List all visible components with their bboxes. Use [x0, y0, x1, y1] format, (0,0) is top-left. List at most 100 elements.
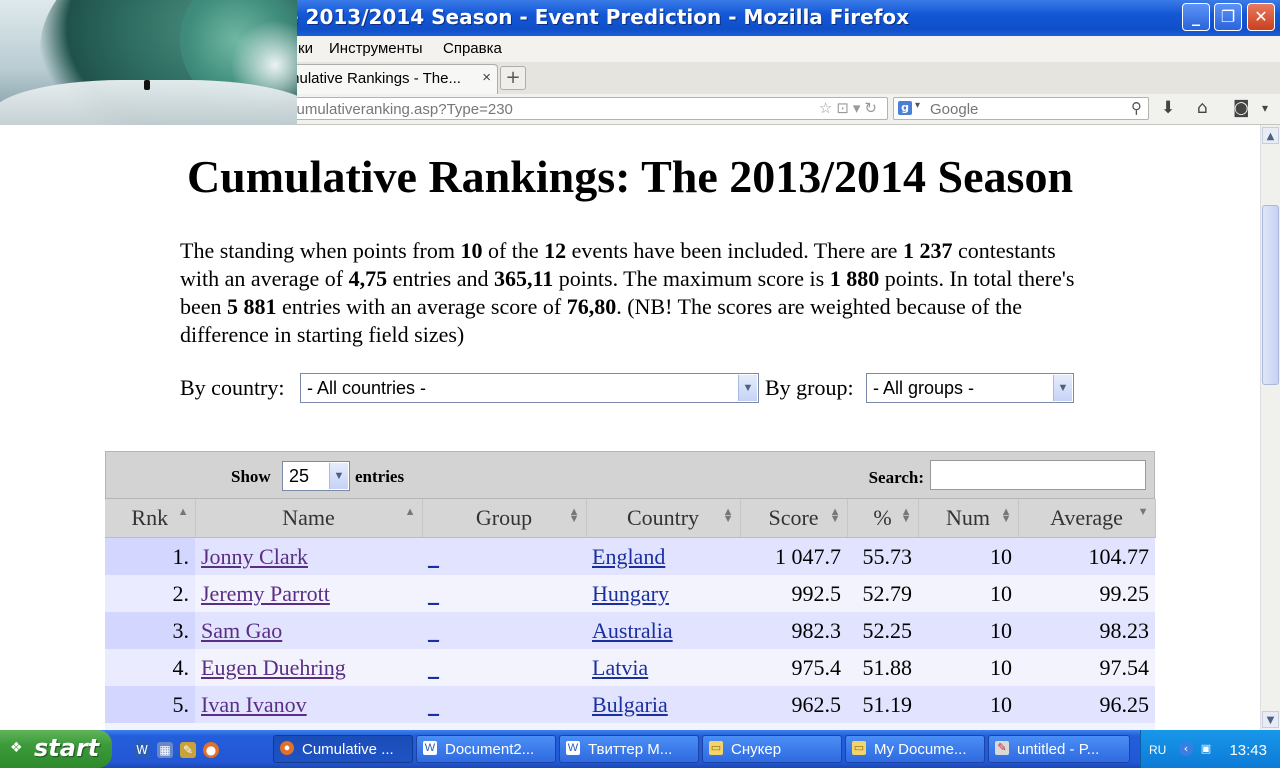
player-link[interactable]: Jeremy Parrott: [201, 581, 330, 606]
download-icon[interactable]: ⬇: [1161, 98, 1175, 118]
name-cell: Sam Gao: [195, 612, 422, 649]
score-cell: 962.5: [740, 686, 847, 723]
column-header-average[interactable]: Average ▼: [1018, 499, 1156, 538]
column-header-percent[interactable]: % ▲ ▼: [847, 499, 919, 538]
scroll-down-icon[interactable]: ▼: [1262, 711, 1279, 728]
close-window-button[interactable]: ✕: [1247, 3, 1275, 31]
table-search-input[interactable]: [930, 460, 1146, 490]
player-link[interactable]: Jonny Clark: [201, 544, 308, 569]
rank-cell: 3.: [105, 612, 195, 649]
percent-cell: [847, 723, 918, 730]
column-header-rank[interactable]: Rnk ▲: [105, 499, 196, 538]
sort-desc-icon: ▼: [1137, 506, 1149, 518]
taskbar-item-word[interactable]: W Document2...: [416, 735, 556, 763]
web-search-input[interactable]: [928, 99, 1122, 119]
table-controls: Show 25 ▼ entries Search:: [105, 451, 1155, 499]
name-cell: Eugen Duehring: [195, 649, 422, 686]
player-link[interactable]: Ivan Ivanov: [201, 692, 307, 717]
num-cell: 10: [918, 575, 1018, 612]
country-select-value: - All countries -: [307, 378, 427, 398]
tray-chevron-icon[interactable]: ‹: [1179, 742, 1193, 756]
tab-close-icon[interactable]: ×: [482, 69, 491, 86]
num-cell: 10: [918, 686, 1018, 723]
group-cell: _: [422, 649, 586, 686]
taskbar-item-firefox[interactable]: ● Cumulative ...: [273, 735, 413, 763]
group-link[interactable]: _: [428, 618, 439, 643]
chevron-down-icon[interactable]: ▼: [738, 375, 757, 401]
country-link[interactable]: Latvia: [592, 655, 648, 680]
search-icon[interactable]: ⚲: [1131, 99, 1142, 117]
taskbar-item-my-documents[interactable]: ▭ My Docume...: [845, 735, 985, 763]
search-engine-chevron-icon[interactable]: ▾: [915, 100, 920, 111]
country-link[interactable]: Bulgaria: [592, 692, 668, 717]
country-link[interactable]: Hungary: [592, 581, 669, 606]
app-quicklaunch-icon[interactable]: ✎: [180, 742, 196, 758]
scrollbar-thumb[interactable]: [1262, 205, 1279, 385]
group-link[interactable]: _: [428, 692, 439, 717]
country-cell: Bulgaria: [586, 686, 740, 723]
summary-text: of the: [482, 238, 545, 263]
group-link[interactable]: _: [428, 581, 439, 606]
taskbar: ❖ start W ▦ ✎ ● ● Cumulative ... W Docum…: [0, 730, 1280, 768]
group-link[interactable]: _: [428, 544, 439, 569]
column-header-num[interactable]: Num ▲ ▼: [918, 499, 1019, 538]
menu-item-view[interactable]: ки: [298, 40, 313, 57]
summary-paragraph: The standing when points from 10 of the …: [180, 237, 1100, 349]
page-length-select[interactable]: 25 ▼: [282, 461, 350, 491]
scroll-up-icon[interactable]: ▲: [1262, 127, 1279, 144]
column-header-label: Score: [768, 505, 819, 530]
group-select-value: - All groups -: [873, 378, 975, 398]
chevron-down-icon[interactable]: ▼: [329, 463, 348, 489]
vertical-scrollbar[interactable]: ▲ ▼: [1260, 125, 1280, 730]
taskbar-item-word-twitter[interactable]: W Твиттер М...: [559, 735, 699, 763]
percent-cell: 51.19: [847, 686, 918, 723]
summary-text: entries and: [387, 266, 494, 291]
language-indicator[interactable]: RU: [1149, 743, 1166, 757]
summary-text: points. The maximum score is: [553, 266, 830, 291]
country-select[interactable]: - All countries - ▼: [300, 373, 759, 403]
events-total-value: 12: [544, 238, 567, 263]
group-cell: _: [422, 537, 586, 575]
num-cell: 10: [918, 649, 1018, 686]
column-header-country[interactable]: Country ▲ ▼: [586, 499, 741, 538]
sort-both-icon: ▲ ▼: [900, 506, 912, 525]
minimize-button[interactable]: _: [1182, 3, 1210, 31]
column-header-name[interactable]: Name ▲: [195, 499, 423, 538]
new-tab-button[interactable]: +: [500, 66, 526, 90]
player-link[interactable]: Eugen Duehring: [201, 655, 346, 680]
menu-item-help[interactable]: Справка: [443, 40, 502, 57]
column-header-score[interactable]: Score ▲ ▼: [740, 499, 848, 538]
clock: 13:43: [1229, 742, 1267, 759]
sort-asc-icon: ▲: [404, 506, 416, 518]
tab-cumulative-rankings[interactable]: mulative Rankings - The... ×: [282, 64, 498, 94]
tray-network-icon[interactable]: ▣: [1199, 742, 1213, 756]
taskbar-item-folder-snooker[interactable]: ▭ Снукер: [702, 735, 842, 763]
country-link[interactable]: England: [592, 544, 665, 569]
chevron-down-icon[interactable]: ▼: [1053, 375, 1072, 401]
firefox-quicklaunch-icon[interactable]: ●: [203, 742, 219, 758]
url-actions-icon[interactable]: ☆⊡▾↻: [819, 99, 881, 117]
group-select[interactable]: - All groups - ▼: [866, 373, 1074, 403]
start-button[interactable]: ❖ start: [0, 730, 112, 768]
menu-item-tools[interactable]: Инструменты: [329, 40, 423, 57]
column-header-label: Average: [1050, 505, 1123, 530]
word-quicklaunch-icon[interactable]: W: [134, 742, 150, 758]
player-link[interactable]: Sam Gao: [201, 618, 282, 643]
calc-quicklaunch-icon[interactable]: ▦: [157, 742, 173, 758]
url-bar[interactable]: cumulativeranking.asp?Type=230 ☆⊡▾↻: [282, 97, 888, 120]
country-link[interactable]: Australia: [592, 618, 673, 643]
pocket-icon[interactable]: ◙: [1233, 98, 1250, 118]
average-cell: 97.54: [1018, 649, 1155, 686]
home-icon[interactable]: ⌂: [1197, 98, 1208, 118]
taskbar-item-paint[interactable]: ✎ untitled - P...: [988, 735, 1130, 763]
num-cell: 10: [918, 612, 1018, 649]
web-search-box[interactable]: g ▾ ⚲: [893, 97, 1149, 120]
group-cell: _: [422, 575, 586, 612]
table-row: 4. Eugen Duehring _ Latvia 975.4 51.88 1…: [105, 649, 1155, 686]
maximize-button[interactable]: ❐: [1214, 3, 1242, 31]
column-header-group[interactable]: Group ▲ ▼: [422, 499, 587, 538]
show-label: Show: [231, 467, 271, 486]
group-link[interactable]: _: [428, 655, 439, 680]
search-engine-icon[interactable]: g: [898, 101, 912, 115]
menu-chevron-icon[interactable]: ▾: [1262, 101, 1268, 115]
